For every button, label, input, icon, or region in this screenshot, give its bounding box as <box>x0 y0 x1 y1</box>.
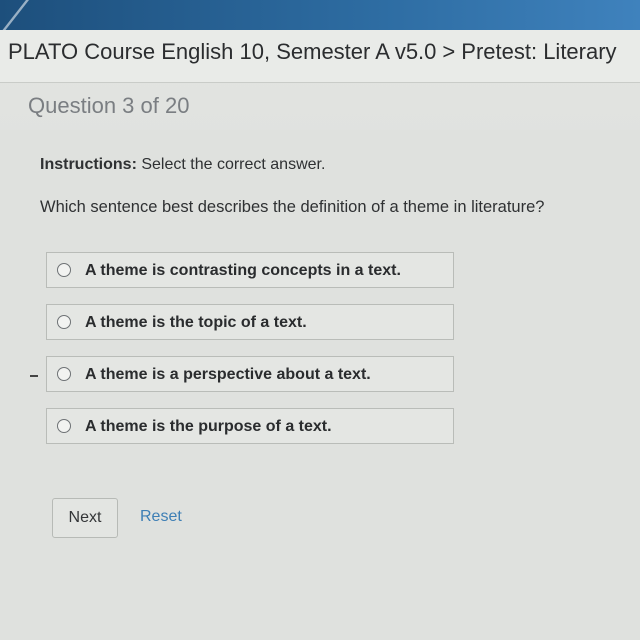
screen: PLATO Course English 10, Semester A v5.0… <box>0 0 640 640</box>
answer-option-1[interactable]: A theme is contrasting concepts in a tex… <box>46 252 454 288</box>
answer-option-2[interactable]: A theme is the topic of a text. <box>46 304 454 340</box>
radio-button[interactable] <box>57 367 71 381</box>
answer-option-label: A theme is the topic of a text. <box>85 314 307 331</box>
radio-button[interactable] <box>57 419 71 433</box>
next-button[interactable]: Next <box>52 498 118 538</box>
answer-option-label: A theme is the purpose of a text. <box>85 418 332 435</box>
question-prompt: Which sentence best describes the defini… <box>40 198 545 216</box>
answer-option-4[interactable]: A theme is the purpose of a text. <box>46 408 454 444</box>
answer-option-label: A theme is a perspective about a text. <box>85 366 371 383</box>
question-panel: Instructions: Select the correct answer.… <box>0 130 640 640</box>
breadcrumb-course[interactable]: PLATO Course English 10, Semester A v5.0 <box>8 39 436 64</box>
question-counter: Question 3 of 20 <box>28 93 190 118</box>
breadcrumb: PLATO Course English 10, Semester A v5.0… <box>8 39 617 65</box>
breadcrumb-current: Pretest: Literary <box>461 39 617 64</box>
breadcrumb-bar: PLATO Course English 10, Semester A v5.0… <box>0 30 640 83</box>
reset-link[interactable]: Reset <box>140 508 182 526</box>
instructions-text: Select the correct answer. <box>136 156 326 173</box>
browser-top-strip <box>0 0 640 30</box>
answer-option-3[interactable]: A theme is a perspective about a text. <box>46 356 454 392</box>
instructions-label: Instructions: <box>40 156 137 173</box>
screen-glare <box>0 0 29 30</box>
breadcrumb-separator: > <box>442 39 456 64</box>
stray-mark <box>30 375 38 377</box>
radio-button[interactable] <box>57 263 71 277</box>
answer-option-label: A theme is contrasting concepts in a tex… <box>85 262 401 279</box>
radio-button[interactable] <box>57 315 71 329</box>
instructions: Instructions: Select the correct answer. <box>40 156 325 174</box>
